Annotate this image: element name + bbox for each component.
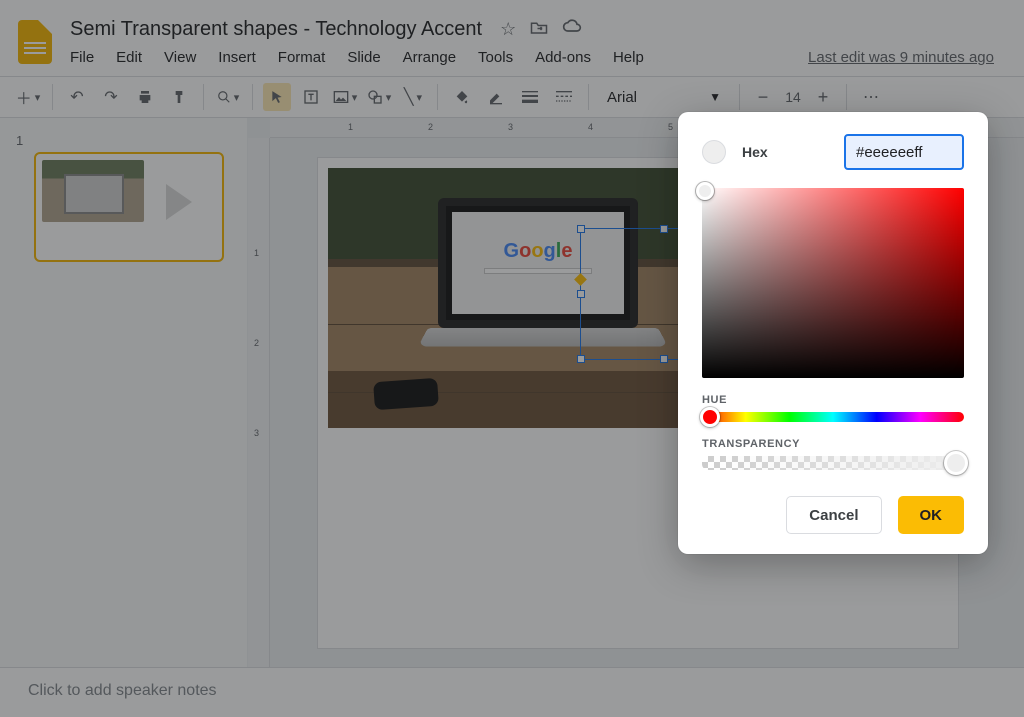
history-link[interactable]: Last edit was 9 minutes ago [808,49,994,66]
select-tool[interactable] [263,83,291,111]
font-select[interactable]: Arial ▼ [599,83,729,111]
thumbnail-strip: 1 [0,118,248,667]
saturation-value-picker[interactable] [702,188,964,378]
cancel-button[interactable]: Cancel [786,496,881,534]
resize-handle-bm[interactable] [660,355,668,363]
zoom-button[interactable] [214,83,242,111]
menu-view[interactable]: View [164,49,196,66]
hex-label: Hex [742,144,768,160]
menu-file[interactable]: File [70,49,94,66]
redo-button[interactable]: ↷ [97,83,125,111]
border-weight-button[interactable] [516,83,544,111]
font-size-increase[interactable]: + [810,84,836,110]
menubar: File Edit View Insert Format Slide Arran… [70,49,1006,66]
titlebar: Semi Transparent shapes - Technology Acc… [0,0,1024,76]
hue-label: HUE [702,394,964,406]
slides-logo-icon [18,20,52,64]
hex-input[interactable] [844,134,964,170]
print-button[interactable] [131,83,159,111]
font-size-decrease[interactable]: − [750,84,776,110]
border-dash-button[interactable] [550,83,578,111]
speaker-notes-placeholder: Click to add speaker notes [28,682,217,699]
new-slide-button[interactable]: ＋ [14,83,42,111]
hue-slider[interactable] [702,412,964,422]
transparency-label: TRANSPARENCY [702,438,964,450]
doc-title[interactable]: Semi Transparent shapes - Technology Acc… [70,18,482,41]
menu-tools[interactable]: Tools [478,49,513,66]
resize-handle-ml[interactable] [577,290,585,298]
slide-number: 1 [16,133,23,148]
hue-thumb[interactable] [700,407,720,427]
undo-button[interactable]: ↶ [63,83,91,111]
speaker-notes[interactable]: Click to add speaker notes [0,667,1024,717]
menu-addons[interactable]: Add-ons [535,49,591,66]
ruler-vertical: 1 2 3 [248,138,270,667]
color-preview-swatch [702,140,726,164]
menu-format[interactable]: Format [278,49,326,66]
shape-tool[interactable] [365,83,393,111]
move-icon[interactable] [530,19,548,40]
more-tools-button[interactable]: ⋯ [857,83,885,111]
sv-cursor[interactable] [696,182,714,200]
star-icon[interactable]: ☆ [500,19,516,40]
resize-handle-bl[interactable] [577,355,585,363]
menu-help[interactable]: Help [613,49,644,66]
menu-edit[interactable]: Edit [116,49,142,66]
border-color-button[interactable] [482,83,510,111]
font-size-value[interactable]: 14 [776,89,810,105]
font-name: Arial [607,89,637,106]
ok-button[interactable]: OK [898,496,965,534]
transparency-thumb[interactable] [944,451,968,475]
textbox-tool[interactable] [297,83,325,111]
color-picker-dialog: Hex HUE TRANSPARENCY Cancel OK [678,112,988,554]
resize-handle-tm[interactable] [660,225,668,233]
line-tool[interactable]: ╲ [399,83,427,111]
paint-format-button[interactable] [165,83,193,111]
resize-handle-tl[interactable] [577,225,585,233]
fill-color-button[interactable] [448,83,476,111]
menu-slide[interactable]: Slide [347,49,380,66]
thumbnail-slide-1[interactable] [34,152,224,262]
menu-insert[interactable]: Insert [218,49,256,66]
menu-arrange[interactable]: Arrange [403,49,456,66]
transparency-slider[interactable] [702,456,964,470]
cloud-status-icon[interactable] [562,19,582,40]
caret-down-icon: ▼ [709,90,721,104]
image-tool[interactable] [331,83,359,111]
